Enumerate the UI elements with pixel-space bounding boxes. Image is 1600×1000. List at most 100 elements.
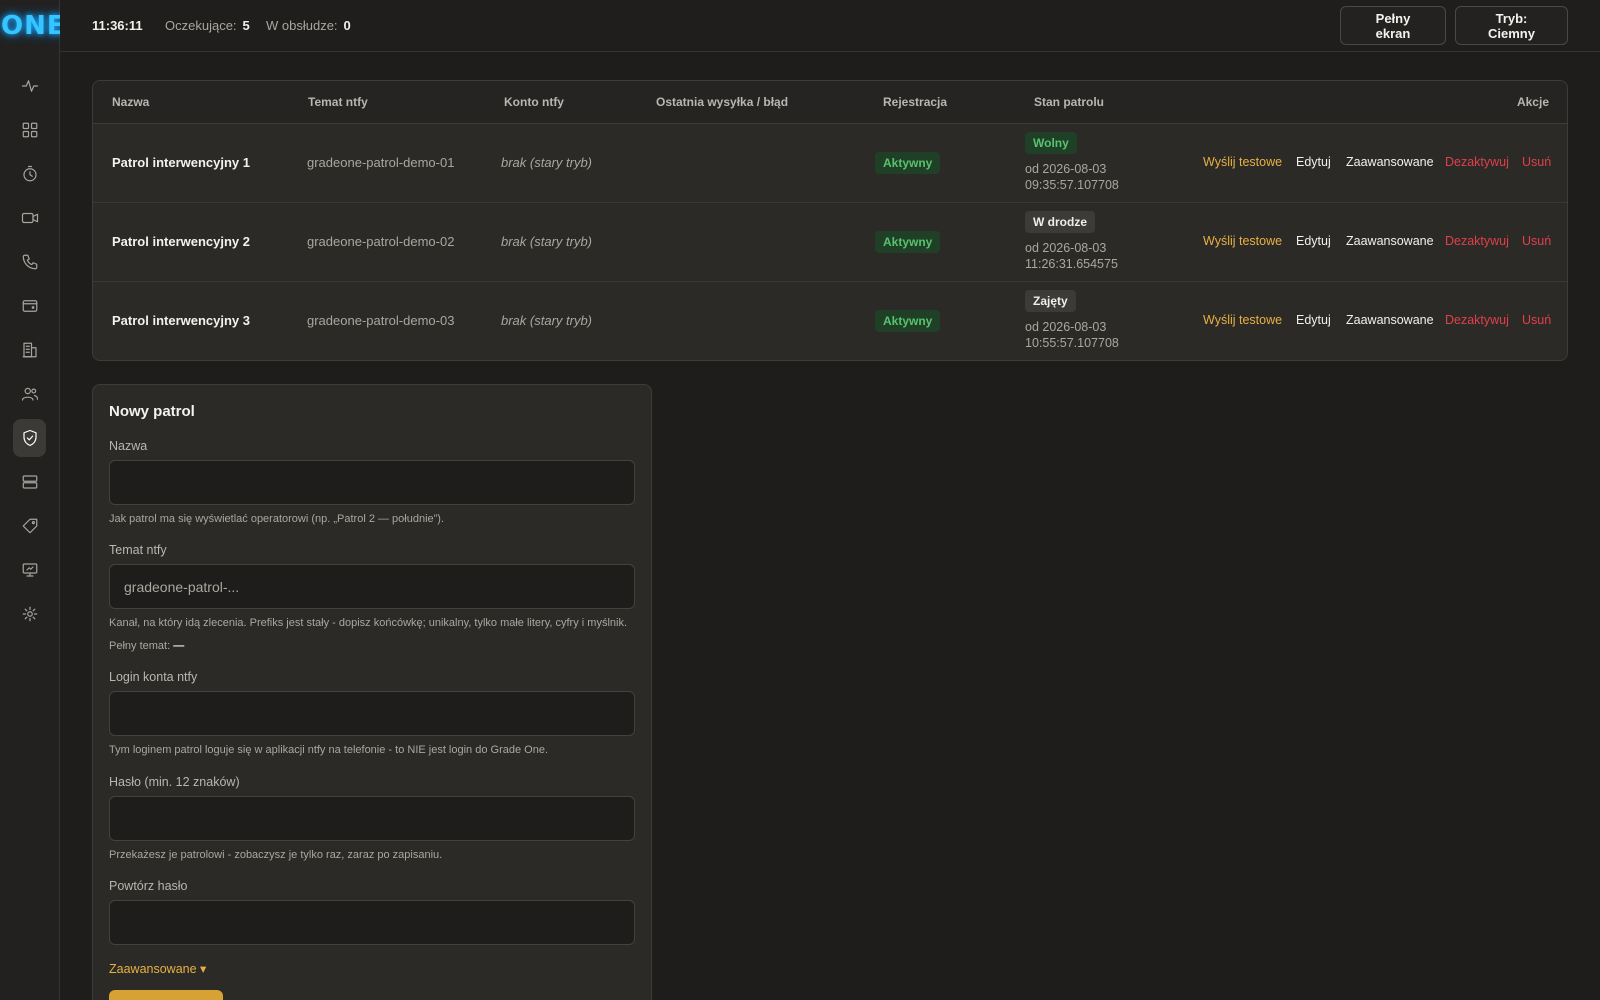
patrol-account: brak (stary tryb) [501, 234, 593, 249]
table-row: Patrol interwencyjny 1 gradeone-patrol-d… [93, 124, 1567, 203]
deactivate-link[interactable]: Dezaktywuj [1445, 155, 1509, 169]
advanced-toggle[interactable]: Zaawansowane ▾ [109, 961, 206, 976]
topic-label: Temat ntfy [109, 543, 167, 557]
patrol-account: brak (stary tryb) [501, 155, 593, 170]
table-row: Patrol interwencyjny 3 gradeone-patrol-d… [93, 282, 1567, 360]
patrols-table: Nazwa Temat ntfy Konto ntfy Ostatnia wys… [92, 80, 1568, 361]
state-badge: W drodze [1025, 211, 1095, 233]
registration-badge: Aktywny [875, 231, 941, 253]
state-since-time: 10:55:57.107708 [1025, 336, 1119, 350]
state-badge: Zajęty [1025, 290, 1076, 312]
in-service-value: 0 [343, 18, 351, 33]
phone-icon [22, 254, 37, 270]
settings-icon [22, 606, 37, 622]
activity-icon [21, 80, 38, 92]
advanced-link[interactable]: Zaawansowane [1346, 155, 1434, 169]
full-topic-label: Pełny temat: [109, 640, 171, 652]
in-service-label: W obsłudze: [266, 18, 338, 33]
edit-link[interactable]: Edytuj [1296, 234, 1331, 248]
building-icon [22, 342, 37, 358]
repeat-password-label: Powtórz hasło [109, 879, 188, 893]
col-state: Stan patrolu [1034, 95, 1105, 109]
pending-value: 5 [242, 18, 250, 33]
timer-icon [22, 165, 37, 182]
advanced-link[interactable]: Zaawansowane [1346, 234, 1434, 248]
dashboard-grid-icon [22, 122, 37, 138]
state-since-time: 09:35:57.107708 [1025, 178, 1119, 192]
nav-activity[interactable] [13, 67, 46, 105]
send-test-link[interactable]: Wyślij testowe [1203, 313, 1282, 327]
table-header: Nazwa Temat ntfy Konto ntfy Ostatnia wys… [93, 81, 1567, 124]
state-since-date: od 2026-08-03 [1025, 241, 1107, 255]
delete-link[interactable]: Usuń [1522, 313, 1551, 327]
nav-dashboard[interactable] [13, 111, 46, 149]
wallet-icon [22, 300, 37, 312]
col-registration: Rejestracja [883, 95, 948, 109]
deactivate-link[interactable]: Dezaktywuj [1445, 313, 1509, 327]
edit-link[interactable]: Edytuj [1296, 313, 1331, 327]
video-camera-icon [21, 212, 38, 224]
state-since: od 2026-08-03 09:35:57.107708 [1025, 161, 1165, 193]
advanced-link[interactable]: Zaawansowane [1346, 313, 1434, 327]
state-since: od 2026-08-03 10:55:57.107708 [1025, 319, 1165, 351]
in-service-stat: W obsłudze: 0 [266, 18, 351, 33]
nav-video[interactable] [13, 199, 46, 237]
patrol-name: Patrol interwencyjny 2 [112, 234, 250, 249]
topic-hint: Kanał, na który idą zlecenia. Prefiks je… [109, 617, 628, 629]
theme-mode-button[interactable]: Tryb: Ciemny [1455, 6, 1568, 45]
monitor-icon [22, 563, 37, 577]
new-patrol-form: Nowy patrol Nazwa Jak patrol ma się wyśw… [92, 384, 652, 1000]
nav-phone[interactable] [13, 243, 46, 281]
nav-patrols[interactable] [13, 419, 46, 457]
send-test-link[interactable]: Wyślij testowe [1203, 155, 1282, 169]
state-badge: Wolny [1025, 132, 1077, 154]
col-topic: Temat ntfy [308, 95, 368, 109]
nav-tags[interactable] [13, 507, 46, 545]
tag-icon [22, 518, 37, 534]
nav-building[interactable] [13, 331, 46, 369]
topic-input[interactable] [109, 564, 635, 609]
registration-badge: Aktywny [875, 152, 941, 174]
state-since-date: od 2026-08-03 [1025, 320, 1107, 334]
app-logo[interactable]: ONE [0, 6, 60, 46]
table-row: Patrol interwencyjny 2 gradeone-patrol-d… [93, 203, 1567, 282]
clock: 11:36:11 [92, 18, 143, 33]
login-input[interactable] [109, 691, 635, 736]
col-actions: Akcje [1516, 95, 1549, 109]
password-label: Hasło (min. 12 znaków) [109, 775, 240, 789]
login-hint: Tym loginem patrol loguje się w aplikacj… [109, 744, 549, 756]
name-hint: Jak patrol ma się wyświetlać operatorowi… [109, 513, 445, 525]
patrol-name: Patrol interwencyjny 1 [112, 155, 250, 170]
deactivate-link[interactable]: Dezaktywuj [1445, 234, 1509, 248]
server-icon [22, 475, 37, 489]
nav-users[interactable] [13, 375, 46, 413]
edit-link[interactable]: Edytuj [1296, 155, 1331, 169]
nav-servers[interactable] [13, 463, 46, 501]
submit-button[interactable] [109, 990, 223, 1000]
send-test-link[interactable]: Wyślij testowe [1203, 234, 1282, 248]
pending-stat: Oczekujące: 5 [165, 18, 250, 33]
patrol-topic: gradeone-patrol-demo-02 [307, 234, 455, 249]
login-label: Login konta ntfy [109, 670, 198, 684]
repeat-password-input[interactable] [109, 900, 635, 945]
state-since-time: 11:26:31.654575 [1025, 257, 1118, 271]
state-since: od 2026-08-03 11:26:31.654575 [1025, 240, 1165, 272]
form-title: Nowy patrol [109, 403, 195, 420]
password-hint: Przekażesz je patrolowi - zobaczysz je t… [109, 849, 443, 861]
name-input[interactable] [109, 460, 635, 505]
patrol-topic: gradeone-patrol-demo-01 [307, 155, 455, 170]
pending-label: Oczekujące: [165, 18, 237, 33]
delete-link[interactable]: Usuń [1522, 155, 1551, 169]
password-input[interactable] [109, 796, 635, 841]
nav-wallet[interactable] [13, 287, 46, 325]
registration-badge: Aktywny [875, 310, 941, 332]
nav-monitor[interactable] [13, 551, 46, 589]
full-topic-value: — [173, 640, 185, 652]
nav-timer[interactable] [13, 155, 46, 193]
delete-link[interactable]: Usuń [1522, 234, 1551, 248]
nav-settings[interactable] [13, 595, 46, 633]
patrol-name: Patrol interwencyjny 3 [112, 313, 250, 328]
fullscreen-button[interactable]: Pełny ekran [1340, 6, 1446, 45]
full-topic: Pełny temat: — [109, 640, 184, 652]
patrol-topic: gradeone-patrol-demo-03 [307, 313, 455, 328]
